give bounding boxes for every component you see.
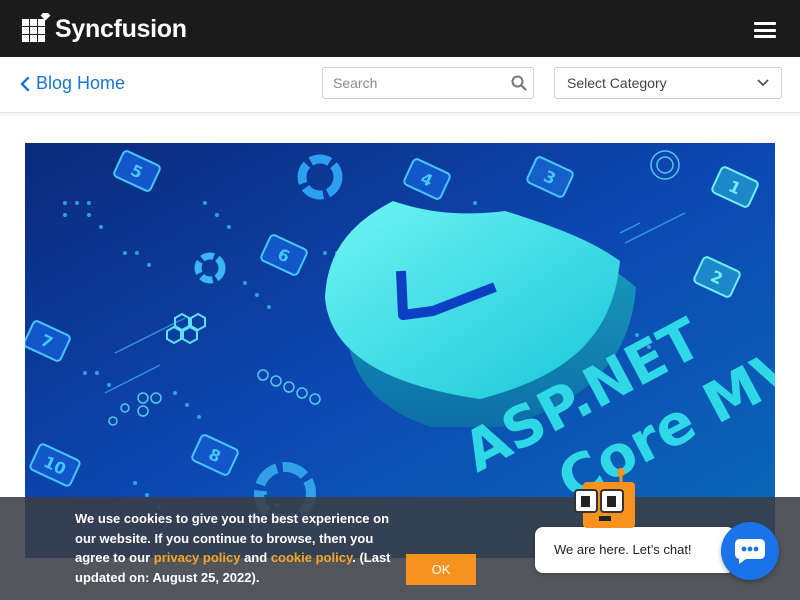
hamburger-menu-icon[interactable] — [754, 22, 776, 38]
blog-home-label: Blog Home — [36, 73, 126, 93]
privacy-policy-link[interactable]: privacy policy — [154, 550, 241, 565]
category-select[interactable]: Select Category — [554, 67, 782, 99]
cookie-policy-link[interactable]: cookie policy — [271, 550, 352, 565]
chat-greeting-bubble[interactable]: We are here. Let’s chat! — [535, 527, 735, 573]
syncfusion-logo[interactable]: Syncfusion — [22, 12, 187, 46]
chevron-left-icon — [20, 76, 30, 91]
blog-subnav: Blog Home Select Category — [0, 57, 800, 113]
top-navbar: Syncfusion — [0, 0, 800, 57]
chat-bot-mascot-icon — [574, 468, 635, 528]
chevron-down-icon — [757, 79, 769, 87]
open-chat-button[interactable] — [721, 522, 779, 580]
cookie-ok-button[interactable]: OK — [406, 554, 476, 585]
chat-greeting-text: We are here. Let’s chat! — [554, 542, 692, 557]
syncfusion-logo-icon — [22, 13, 51, 42]
category-select-value: Select Category — [567, 75, 667, 91]
cookie-message: We use cookies to give you the best expe… — [75, 509, 400, 587]
search-icon[interactable] — [511, 75, 527, 91]
logo-text: Syncfusion — [55, 14, 187, 43]
hero-image: 5 4 3 1 2 6 7 8 10 ASP.NET Core MVC — [25, 143, 775, 558]
cookie-text-part2: and — [240, 550, 271, 565]
hero-illustration: 5 4 3 1 2 6 7 8 10 ASP.NET Core MVC — [25, 143, 775, 558]
search-field — [322, 67, 534, 99]
blog-home-link[interactable]: Blog Home — [20, 73, 125, 94]
search-input[interactable] — [323, 68, 503, 98]
chat-icon — [735, 539, 765, 564]
